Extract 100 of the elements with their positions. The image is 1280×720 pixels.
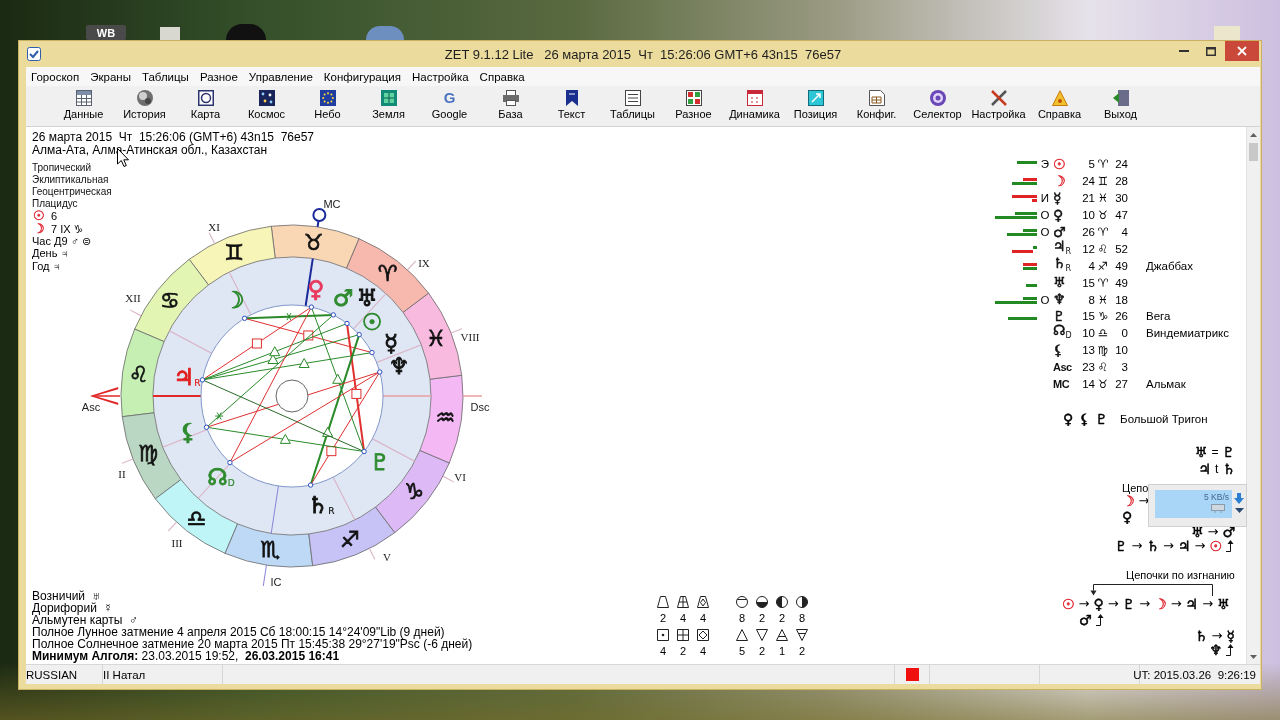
speed-reading: 5 KB/s (1203, 492, 1229, 502)
toolbar-button[interactable]: История (114, 86, 175, 126)
relation-symbol: t (1215, 461, 1219, 476)
planet-symbol: ♄$_{R}$ (1053, 254, 1072, 271)
toolbar-button[interactable]: Справка (1029, 86, 1090, 126)
toolbar-button[interactable]: Карта (175, 86, 236, 126)
section-title: Цепо (1122, 480, 1149, 495)
planet-symbol: ♃ (1198, 461, 1212, 476)
planet-symbol: ♅ (1190, 524, 1204, 539)
toolbar-button[interactable]: Выход (1090, 86, 1151, 126)
toolbar-button[interactable]: G Google (419, 86, 480, 126)
menu-item[interactable]: Таблицы (136, 67, 195, 86)
circle-chart-icon (197, 90, 214, 106)
planet-symbol: ♇ (1122, 596, 1136, 611)
menu-item[interactable]: Управление (243, 67, 319, 86)
toolbar-button[interactable]: Конфиг. (846, 86, 907, 126)
count-label: 8 (738, 612, 746, 625)
chain-arrow: → (1131, 538, 1143, 553)
house-label: XI (208, 221, 220, 233)
planet-symbol: ☉ (33, 210, 45, 223)
house-label: V (383, 551, 391, 563)
planet-symbol: ♃ (1177, 538, 1191, 553)
planet-symbol: ☊$_{D}$ (1053, 322, 1072, 339)
planet-glyph: ⚸ (179, 419, 197, 445)
planet-symbol: ♅ (1194, 444, 1208, 459)
axis-label: Asc (81, 401, 101, 413)
exit-icon (1112, 90, 1129, 106)
planet-symbol: ♅ (1053, 274, 1066, 291)
house-label: II (118, 468, 126, 480)
menu-item[interactable]: Экраны (85, 67, 137, 86)
planet-symbol: ♀ (1093, 596, 1104, 611)
zodiac-sign: ♐ (340, 527, 360, 553)
planet-symbol: ⚸ (1079, 411, 1090, 426)
planet-symbol: ♂ (1053, 223, 1066, 240)
chain-arrow: → (1107, 596, 1119, 611)
menu-item[interactable]: Разное (194, 67, 244, 86)
dignity-letter: О (1040, 293, 1050, 306)
dropdown-caret-icon (1234, 508, 1244, 513)
menu-item[interactable]: Настройка (407, 67, 475, 86)
triangle-icon (736, 628, 748, 641)
planet-symbol: ♆ (1053, 291, 1066, 308)
toolbar-button[interactable]: Позиция (785, 86, 846, 126)
maximize-icon (1206, 46, 1216, 56)
app-icon (27, 47, 41, 61)
toolbar-button[interactable]: Текст (541, 86, 602, 126)
download-arrow-icon (1234, 493, 1244, 504)
toolbar-button[interactable]: Данные (53, 86, 114, 126)
language-label: RUSSIAN (26, 668, 78, 681)
note-line: Дорифорий ☿ (32, 602, 113, 614)
toolbar-button[interactable]: Селектор (907, 86, 968, 126)
setting-label: Тропический (32, 162, 91, 174)
toolbar-button[interactable]: База (480, 86, 541, 126)
target-icon (929, 90, 946, 106)
ruler-text: Год ♃ (32, 259, 61, 272)
toolbar-button[interactable]: Настройка (968, 86, 1029, 126)
minimize-icon (1179, 50, 1189, 52)
planet-symbol: ☽ (33, 222, 45, 235)
house-label: IX (418, 257, 430, 269)
count-label: 8 (798, 612, 806, 625)
degree-value: 5 (1088, 158, 1095, 171)
sign-symbol: ♐ (1097, 259, 1109, 272)
scrollbar-thumb[interactable] (1249, 143, 1258, 161)
planet-symbol: ♆ (1209, 642, 1222, 657)
count-label: 2 (758, 644, 766, 657)
aspect-figure-name: Большой Тригон (1120, 411, 1208, 426)
hook-arrow-icon (1095, 613, 1105, 626)
sign-symbol: ♉ (1097, 209, 1109, 222)
menu-item[interactable]: Конфигурация (318, 67, 407, 86)
count-label: 4 (679, 612, 687, 625)
strength-bar (1026, 283, 1037, 287)
zodiac-sign: ♎ (186, 505, 207, 531)
status-indicator-icon (905, 668, 919, 681)
dignity-letter: О (1040, 226, 1050, 238)
ruler-text: 6 (51, 210, 58, 223)
hook-arrow-icon (1226, 643, 1235, 656)
fixed-star-name: Вега (1146, 309, 1171, 324)
planet-symbol: ☽ (1154, 596, 1167, 611)
toolbar-button[interactable]: Космос (236, 86, 297, 126)
toolbar-button[interactable]: Таблицы (602, 86, 663, 126)
planet-symbol: ☽ (1053, 172, 1066, 189)
setting-label: Геоцентрическая (32, 186, 112, 198)
menu-item[interactable]: Гороскоп (26, 67, 86, 86)
count-label: 2 (679, 644, 687, 657)
sign-symbol: ♎ (1097, 327, 1109, 340)
toolbar-button[interactable]: Динамика (724, 86, 785, 126)
menu-item[interactable]: Справка (474, 67, 531, 86)
count-label: 2 (798, 644, 806, 657)
toolbar-button[interactable]: Разное (663, 86, 724, 126)
planet-symbol: ♄ (1222, 461, 1235, 476)
house-label: XII (125, 292, 141, 304)
planet-symbol: ☉ (1209, 538, 1222, 553)
degree-value: 15 (1082, 310, 1095, 323)
ruler-text: 7 IX ♑ (51, 222, 84, 235)
close-button[interactable] (1225, 41, 1259, 61)
toolbar-button[interactable]: Земля (358, 86, 419, 126)
toolbar-button[interactable]: Небо (297, 86, 358, 126)
fixed-star-name: Джаббах (1146, 258, 1193, 273)
planet-glyph: ♆ (388, 353, 410, 379)
planet-symbol: ♄ (1146, 538, 1160, 553)
table-icon (75, 90, 92, 106)
